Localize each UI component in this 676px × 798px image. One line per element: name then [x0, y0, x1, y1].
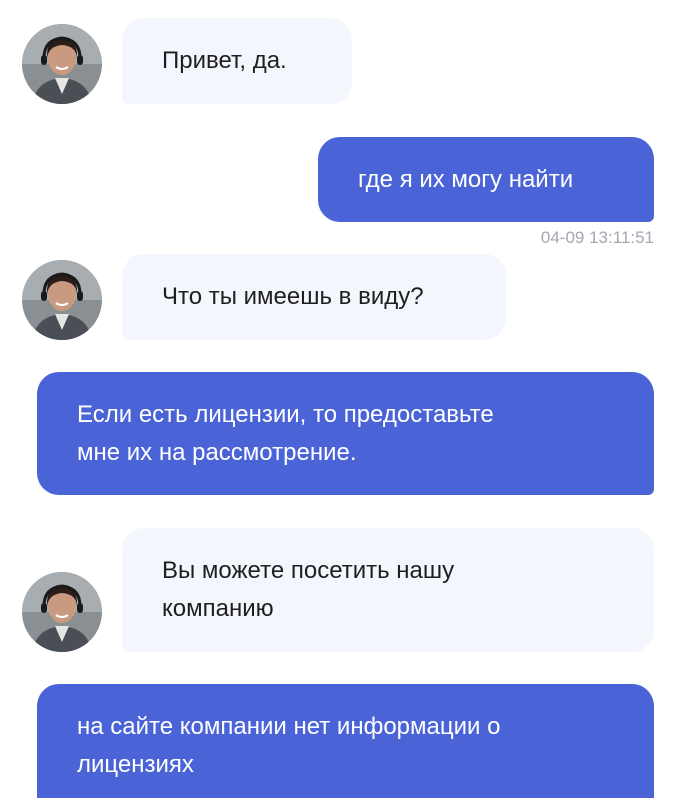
message-bubble-incoming: Привет, да.	[122, 18, 352, 104]
message-text-line: Если есть лицензии, то предоставьте	[77, 401, 494, 428]
message-text-line: Вы можете посетить нашу	[162, 557, 455, 584]
message-bubble-outgoing: где я их могу найти	[318, 137, 654, 222]
message-text-line: лицензиях	[77, 751, 194, 778]
message-bubble-outgoing: Если есть лицензии, то предоставьте мне …	[37, 372, 654, 495]
message-timestamp: 04-09 13:11:51	[540, 228, 654, 247]
message-text-line: на сайте компании нет информации о	[77, 713, 501, 740]
message-text-line: компанию	[162, 595, 274, 622]
agent-avatar-icon	[22, 24, 102, 104]
agent-avatar-icon	[22, 572, 102, 652]
chat-window: Привет, да. где я их могу найти 04-09 13…	[0, 0, 676, 798]
message-bubble-incoming: Что ты имеешь в виду?	[122, 254, 506, 340]
message-text: Что ты имеешь в виду?	[162, 283, 424, 310]
message-text: где я их могу найти	[358, 166, 574, 193]
message-text: Привет, да.	[162, 47, 287, 74]
message-bubble-incoming: Вы можете посетить нашу компанию	[122, 528, 654, 652]
agent-avatar-icon	[22, 260, 102, 340]
message-text-line: мне их на рассмотрение.	[77, 439, 357, 466]
message-bubble-outgoing: на сайте компании нет информации о лицен…	[37, 684, 654, 798]
